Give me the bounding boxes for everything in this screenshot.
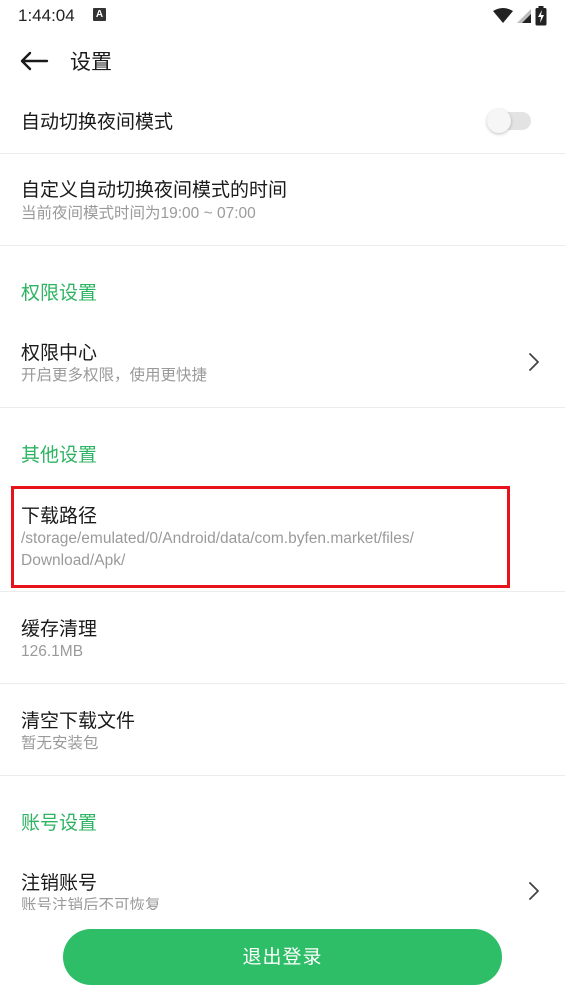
divider [0,775,565,776]
account-section-title: 账号设置 [21,812,98,834]
night-mode-toggle[interactable] [487,109,531,133]
status-icons [493,6,547,26]
page-title: 设置 [70,50,112,74]
deregister-subtitle: 账号注销后不可恢复 [21,897,161,910]
clear-downloads-title: 清空下载文件 [21,710,136,732]
settings-screen: 1:44:04 A 设置 自动切换夜间模式 自定义自动切换夜间模式的时间 当前夜… [0,0,565,1004]
status-time: 1:44:04 [18,6,75,25]
app-header: 设置 [0,36,565,86]
download-path-row[interactable]: 下载路径 /storage/emulated/0/Android/data/co… [0,484,565,590]
wifi-icon [493,8,513,23]
permission-center-title: 权限中心 [21,342,98,364]
night-mode-title: 自动切换夜间模式 [21,111,174,133]
download-path-line2: Download/Apk/ [21,552,126,569]
chevron-right-icon [529,882,539,900]
download-path-title: 下载路径 [21,505,98,527]
a-notification-icon: A [93,8,106,21]
cache-size: 126.1MB [21,643,84,660]
toggle-knob [487,109,511,133]
deregister-title: 注销账号 [21,872,98,894]
clear-downloads-subtitle: 暂无安装包 [21,735,99,752]
signal-icon [517,9,531,23]
battery-charging-icon [535,6,547,26]
arrow-left-icon [20,51,49,71]
permission-center-row[interactable]: 权限中心 开启更多权限，使用更快捷 [0,318,565,406]
download-path-line1: /storage/emulated/0/Android/data/com.byf… [21,530,414,547]
deregister-row[interactable]: 注销账号 账号注销后不可恢复 [0,852,565,910]
other-section-title: 其他设置 [21,444,98,466]
divider [0,245,565,246]
chevron-right-icon [529,353,539,371]
night-time-title: 自定义自动切换夜间模式的时间 [21,179,288,201]
logout-button[interactable]: 退出登录 [63,929,502,985]
permission-section-title: 权限设置 [21,282,98,304]
cache-title: 缓存清理 [21,618,98,640]
back-button[interactable] [16,44,52,78]
night-time-row[interactable]: 自定义自动切换夜间模式的时间 当前夜间模式时间为19:00 ~ 07:00 [0,154,565,244]
status-bar: 1:44:04 A [0,0,565,32]
permission-center-subtitle: 开启更多权限，使用更快捷 [21,367,208,384]
clear-downloads-row[interactable]: 清空下载文件 暂无安装包 [0,684,565,774]
cache-row[interactable]: 缓存清理 126.1MB [0,592,565,682]
divider [0,407,565,408]
night-time-subtitle: 当前夜间模式时间为19:00 ~ 07:00 [21,205,256,222]
night-mode-row[interactable]: 自动切换夜间模式 [0,90,565,152]
